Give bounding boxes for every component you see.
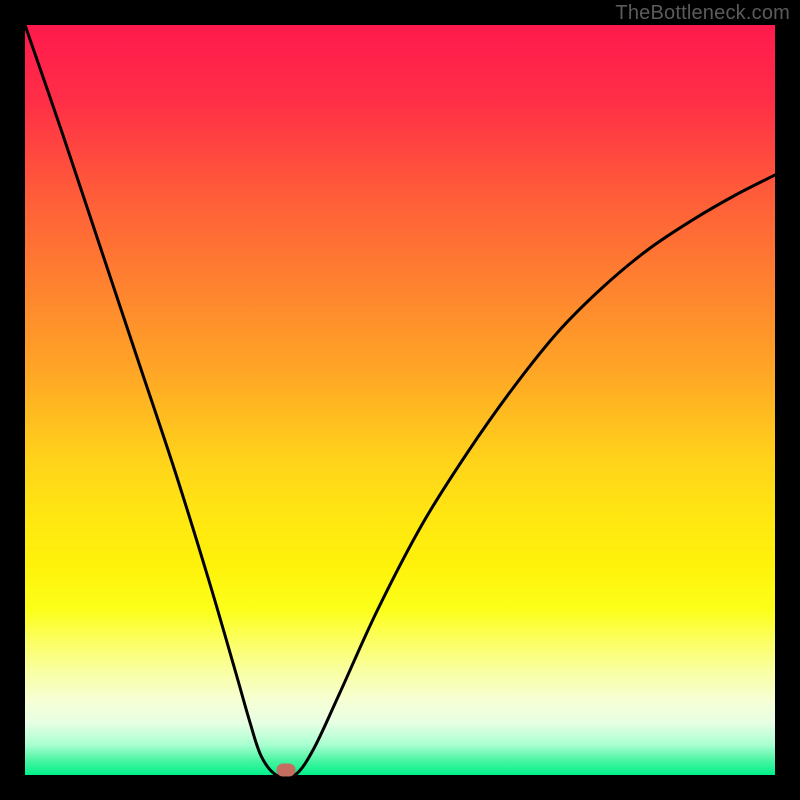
bottleneck-curve: [25, 25, 775, 775]
optimal-point-marker: [277, 764, 296, 777]
watermark-text: TheBottleneck.com: [615, 2, 790, 25]
chart-frame: [25, 25, 775, 775]
